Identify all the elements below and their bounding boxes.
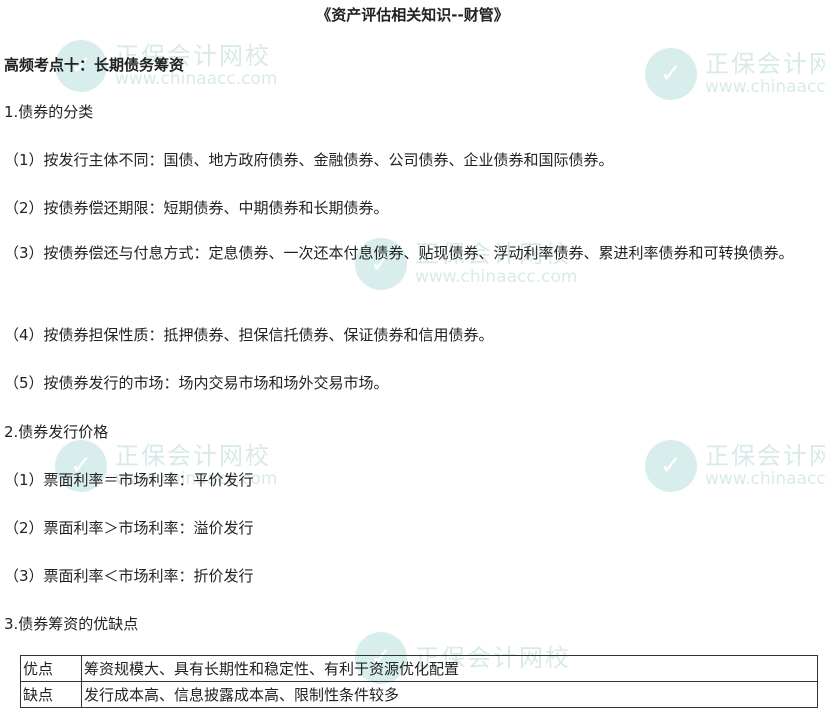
- watermark-name: 正保会计网校: [705, 50, 825, 79]
- watermark-logo-icon: ✓: [645, 440, 697, 492]
- watermark-url: www.chinaacc.com: [705, 76, 825, 97]
- list-item: （5）按债券发行的市场：场内交易市场和场外交易市场。: [4, 374, 389, 392]
- list-item: （4）按债券担保性质：抵押债券、担保信托债券、保证债券和信用债券。: [4, 326, 494, 344]
- watermark-name: 正保会计网校: [115, 442, 271, 471]
- pros-cons-table: 优点 筹资规模大、具有长期性和稳定性、有利于资源优化配置 缺点 发行成本高、信息…: [20, 655, 818, 708]
- table-cell-key: 优点: [20, 655, 82, 682]
- section-title: 2.债券发行价格: [4, 423, 109, 441]
- table-cell-value: 筹资规模大、具有长期性和稳定性、有利于资源优化配置: [81, 655, 818, 682]
- list-item: （3）票面利率＜市场利率：折价发行: [4, 567, 254, 585]
- list-item: （3）按债券偿还与付息方式：定息债券、一次还本付息债券、贴现债券、浮动利率债券、…: [4, 244, 794, 262]
- watermark: ✓ 正保会计网校www.chinaacc.com: [645, 48, 825, 100]
- topic-heading: 高频考点十：长期债务筹资: [4, 56, 185, 74]
- table-cell-key: 缺点: [20, 681, 82, 708]
- section-title: 3.债券筹资的优缺点: [4, 615, 139, 633]
- watermark-url: www.chinaacc.com: [705, 468, 825, 489]
- document-title: 《资产评估相关知识--财管》: [316, 6, 509, 24]
- list-item: （2）按债券偿还期限：短期债券、中期债券和长期债券。: [4, 199, 389, 217]
- table-cell-value: 发行成本高、信息披露成本高、限制性条件较多: [81, 681, 818, 708]
- section-title: 1.债券的分类: [4, 103, 94, 121]
- table-row: 优点 筹资规模大、具有长期性和稳定性、有利于资源优化配置: [20, 655, 818, 682]
- list-item: （1）按发行主体不同：国债、地方政府债券、金融债券、公司债券、企业债券和国际债券…: [4, 151, 614, 169]
- watermark-logo-icon: ✓: [645, 48, 697, 100]
- list-item: （1）票面利率＝市场利率：平价发行: [4, 471, 254, 489]
- watermark: ✓ 正保会计网校www.chinaacc.com: [645, 440, 825, 492]
- list-item: （2）票面利率＞市场利率：溢价发行: [4, 519, 254, 537]
- table-row: 缺点 发行成本高、信息披露成本高、限制性条件较多: [20, 681, 818, 708]
- watermark-name: 正保会计网校: [705, 442, 825, 471]
- watermark-url: www.chinaacc.com: [415, 266, 578, 287]
